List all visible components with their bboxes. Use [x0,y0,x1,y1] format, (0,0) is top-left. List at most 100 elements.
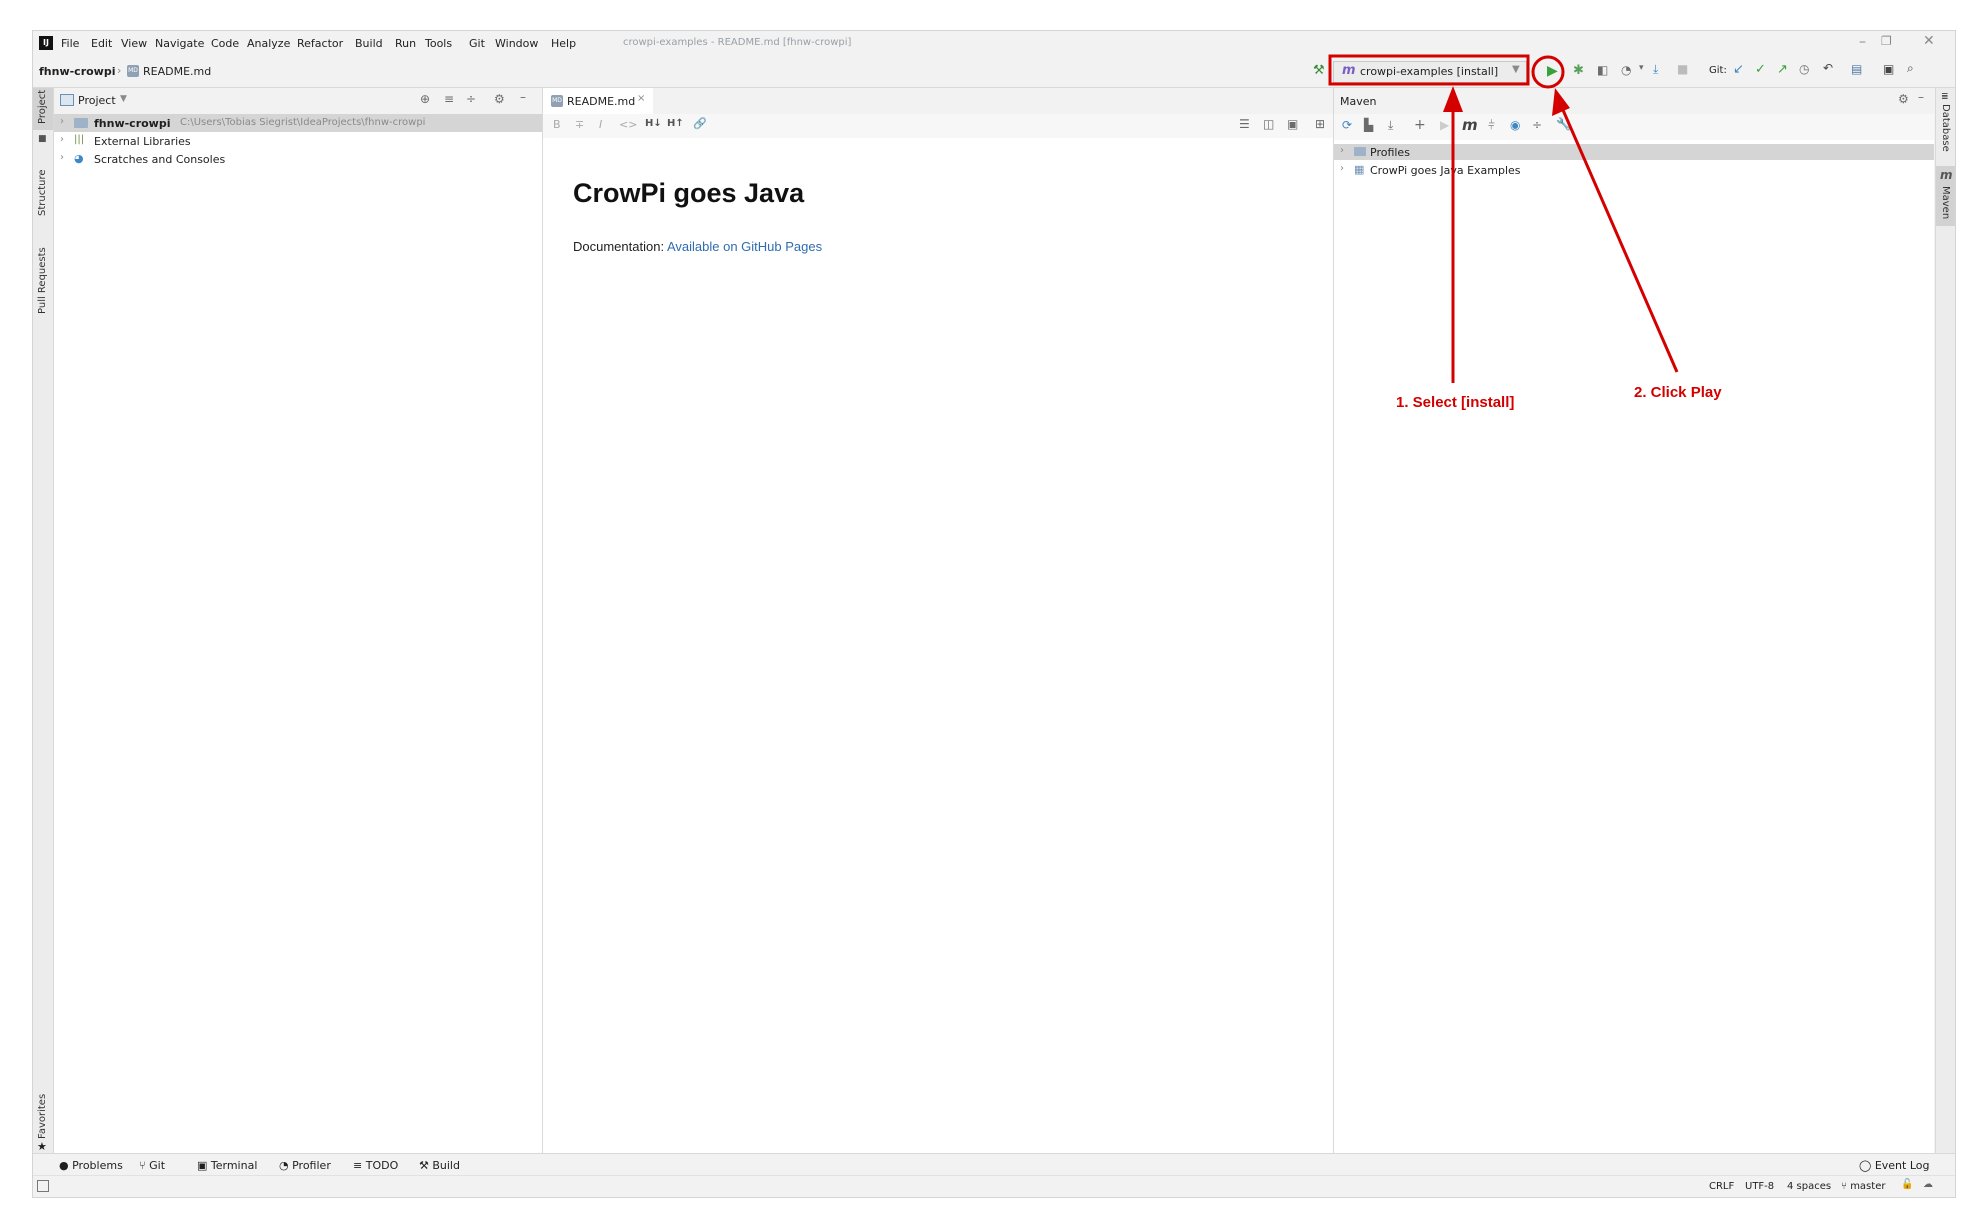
toggle-offline-icon[interactable]: ⫩ [1488,118,1495,133]
build-tool-button[interactable]: ⚒ Build [419,1159,460,1172]
header-decrease-button[interactable]: H↓ [645,118,662,129]
collapse-all-icon[interactable]: ÷ [1532,118,1542,132]
italic-button[interactable]: I [599,118,602,131]
breadcrumb-file[interactable]: README.md [143,65,211,78]
header-increase-button[interactable]: H↑ [667,118,684,129]
build-hammer-icon[interactable]: ⚒ [1313,63,1325,78]
close-tab-icon[interactable]: × [637,93,645,104]
menu-edit[interactable]: Edit [91,37,112,50]
profiler-tool-button[interactable]: ◔ Profiler [279,1159,331,1172]
more-run-actions-icon[interactable]: ▾ [1639,63,1644,73]
menu-refactor[interactable]: Refactor [297,37,343,50]
preview-only-view-icon[interactable]: ▣ [1287,117,1298,131]
strikethrough-button[interactable]: ∓ [575,118,584,131]
search-icon[interactable]: ⌕ [1907,61,1914,76]
add-project-icon[interactable]: + [1414,117,1426,133]
tool-window-project[interactable]: Project [33,88,53,130]
chevron-right-icon[interactable]: › [60,116,64,127]
terminal-tool-button[interactable]: ▣ Terminal [197,1159,257,1172]
event-log-button[interactable]: ◯ Event Log [1859,1159,1929,1172]
maven-settings-wrench-icon[interactable]: 🔧 [1556,117,1571,131]
toggle-tool-windows-icon[interactable] [37,1180,49,1192]
chevron-right-icon[interactable]: › [1340,145,1344,156]
editor-tab-readme[interactable]: MD README.md × [543,88,653,116]
attach-debugger-icon[interactable]: ⤓ [1653,62,1658,77]
menu-navigate[interactable]: Navigate [155,37,204,50]
settings-gear-icon[interactable]: ⚙ [494,92,505,106]
profile-icon[interactable]: ◔ [1621,63,1631,77]
git-rollback-icon[interactable]: ↶ [1823,61,1833,75]
toggle-layout-icon[interactable]: ⊞ [1315,117,1325,131]
run-goal-icon[interactable]: ▶ [1440,118,1449,132]
lock-icon[interactable]: 🔓 [1901,1179,1913,1190]
tree-row-project-root[interactable]: › fhnw-crowpi C:\Users\Tobias Siegrist\I… [54,114,542,132]
chevron-right-icon[interactable]: › [60,134,64,145]
git-update-icon[interactable]: ↙ [1733,62,1744,77]
download-icon[interactable]: ⤓ [1388,118,1393,133]
run-play-icon[interactable]: ▶ [1547,63,1558,79]
git-push-icon[interactable]: ↗ [1777,62,1788,77]
project-structure-icon[interactable]: ▤ [1851,62,1862,76]
chevron-right-icon[interactable]: › [1340,163,1344,174]
coverage-icon[interactable]: ◧ [1597,63,1608,77]
skip-tests-icon[interactable]: ◉ [1510,118,1520,132]
indent-status[interactable]: 4 spaces [1787,1181,1831,1192]
right-tool-strip: ≣ Database m Maven [1935,88,1955,1178]
git-tool-button[interactable]: ⑂ Git [139,1159,165,1172]
project-view-selector[interactable]: Project [78,94,116,107]
expand-all-icon[interactable]: ≡ [444,92,454,106]
menu-analyze[interactable]: Analyze [247,37,290,50]
notifications-icon[interactable]: ☁ [1923,1179,1933,1190]
project-view-icon [60,94,74,106]
maven-tree-row-profiles[interactable]: › Profiles [1334,144,1934,160]
tree-row-external-libraries[interactable]: › ||| External Libraries [54,132,542,150]
code-button[interactable]: <> [619,118,637,131]
git-commit-icon[interactable]: ✓ [1755,62,1766,77]
git-branch-status[interactable]: ⑂ master [1841,1181,1885,1192]
collapse-all-icon[interactable]: ÷ [466,92,476,106]
menu-git[interactable]: Git [469,37,485,50]
stop-icon[interactable]: ■ [1677,62,1688,76]
menu-build[interactable]: Build [355,37,383,50]
split-view-icon[interactable]: ◫ [1263,117,1274,131]
menu-tools[interactable]: Tools [425,37,452,50]
editor-only-view-icon[interactable]: ☰ [1239,117,1250,131]
close-window-icon[interactable]: ✕ [1923,33,1935,49]
tool-window-database[interactable]: ≣ Database [1936,88,1955,158]
locate-file-icon[interactable]: ⊕ [420,92,430,106]
menu-view[interactable]: View [121,37,147,50]
github-pages-link[interactable]: Available on GitHub Pages [667,239,822,254]
encoding-status[interactable]: UTF-8 [1745,1181,1774,1192]
breadcrumb-project[interactable]: fhnw-crowpi [39,65,115,78]
settings-gear-icon[interactable]: ⚙ [1898,92,1909,106]
bold-button[interactable]: B [553,118,561,131]
problems-tool-button[interactable]: ● Problems [59,1159,123,1172]
tool-window-structure[interactable]: Structure [33,164,53,224]
chevron-down-icon[interactable]: ▼ [120,94,127,104]
menu-run[interactable]: Run [395,37,416,50]
minimize-icon[interactable]: – [1859,34,1866,50]
chevron-right-icon[interactable]: › [60,152,64,163]
link-button[interactable]: 🔗 [693,117,707,130]
menu-window[interactable]: Window [495,37,538,50]
run-configuration-selector[interactable]: m crowpi-examples [install] ▼ [1333,61,1527,83]
generate-sources-icon[interactable]: ▙ [1364,118,1373,132]
hide-panel-icon[interactable]: – [1918,90,1924,104]
tool-window-pull-requests[interactable]: Pull Requests [33,238,53,318]
restore-icon[interactable]: ❐ [1881,34,1892,48]
menu-help[interactable]: Help [551,37,576,50]
git-history-icon[interactable]: ◷ [1799,62,1809,76]
debug-icon[interactable]: ✱ [1573,63,1584,78]
tree-row-scratches[interactable]: › ◕ Scratches and Consoles [54,150,542,168]
execute-maven-goal-icon[interactable]: m [1462,116,1478,134]
todo-tool-button[interactable]: ≡ TODO [353,1159,398,1172]
menu-code[interactable]: Code [211,37,239,50]
menu-file[interactable]: File [61,37,79,50]
documentation-label: Documentation: [573,239,665,254]
presentation-icon[interactable]: ▣ [1883,62,1894,76]
hide-panel-icon[interactable]: – [520,90,526,104]
line-separator-status[interactable]: CRLF [1709,1181,1734,1192]
maven-tree-row-project[interactable]: › ▦ CrowPi goes Java Examples [1334,162,1934,178]
reload-icon[interactable]: ⟳ [1342,118,1352,132]
tool-window-maven[interactable]: m Maven [1936,166,1955,226]
